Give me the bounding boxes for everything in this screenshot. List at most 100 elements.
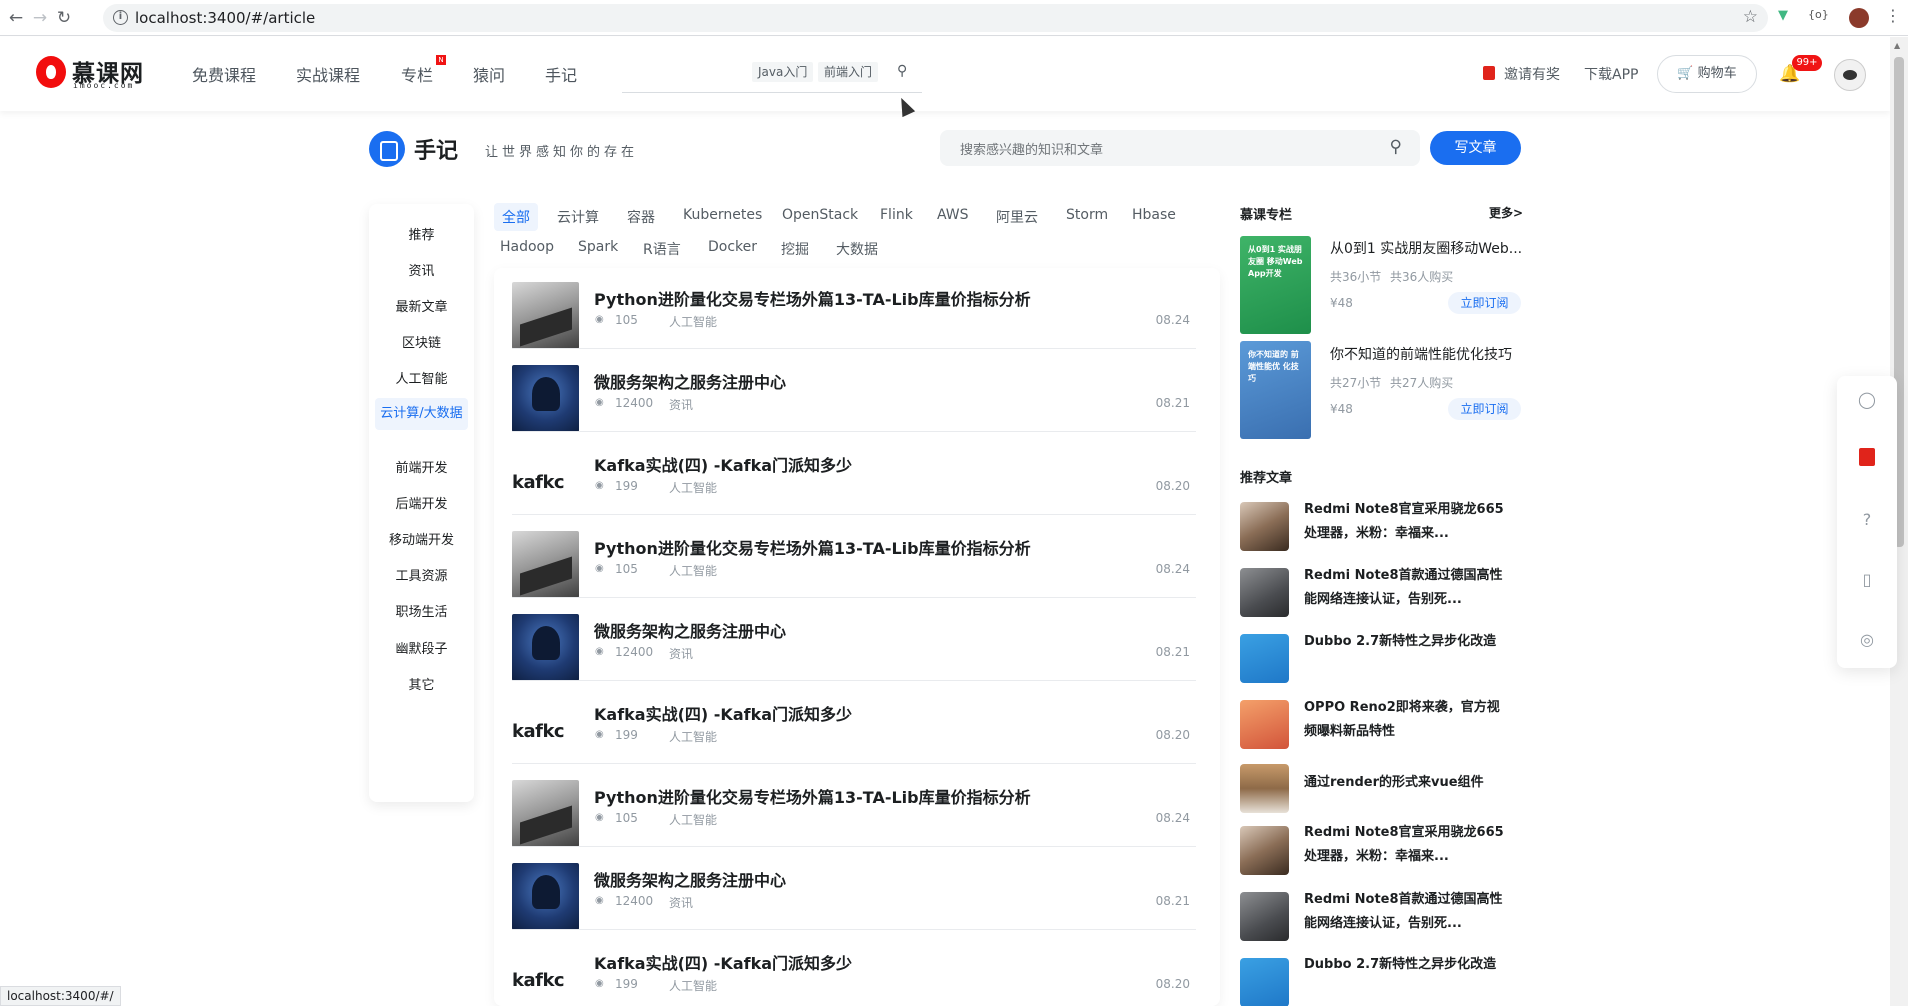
menu-item-recommend[interactable]: 推荐 <box>375 224 468 243</box>
article-title[interactable]: 微服务架构之服务注册中心 <box>594 369 786 393</box>
search-tag-frontend[interactable]: 前端入门 <box>818 62 879 82</box>
recommend-thumbnail[interactable] <box>1240 764 1289 813</box>
article-title[interactable]: Kafka实战(四) -Kafka门派知多少 <box>594 452 852 476</box>
article-row[interactable]: 微服务架构之服务注册中心 ◉ 12400 资讯 08.21 <box>494 351 1220 434</box>
article-category[interactable]: 资讯 <box>669 645 693 662</box>
nav-notes[interactable]: 手记 <box>545 62 577 86</box>
article-row[interactable]: kafkc Kafka实战(四) -Kafka门派知多少 ◉ 199 人工智能 … <box>494 434 1220 517</box>
menu-item-humor[interactable]: 幽默段子 <box>375 638 468 657</box>
scroll-up-arrow-icon[interactable]: ▲ <box>1894 41 1900 50</box>
tag-spark[interactable]: Spark <box>578 239 618 255</box>
bookmark-star-icon[interactable]: ☆ <box>1743 7 1758 27</box>
nav-practical-courses[interactable]: 实战课程 <box>296 62 360 86</box>
article-row[interactable]: Python进阶量化交易专栏场外篇13-TA-Lib库量价指标分析 ◉ 105 … <box>494 517 1220 600</box>
article-row[interactable]: Python进阶量化交易专栏场外篇13-TA-Lib库量价指标分析 ◉ 105 … <box>494 766 1220 849</box>
article-search-input[interactable]: 搜索感兴趣的知识和文章 ⚲ <box>940 130 1420 166</box>
site-logo[interactable]: 慕课网 imooc.com <box>36 54 144 90</box>
write-article-button[interactable]: 写文章 <box>1430 131 1521 165</box>
tag-mining[interactable]: 挖掘 <box>781 239 809 259</box>
cart-button[interactable]: 🛒 购物车 <box>1657 55 1757 93</box>
recommend-thumbnail[interactable] <box>1240 568 1289 617</box>
article-row[interactable]: kafkc Kafka实战(四) -Kafka门派知多少 ◉ 199 人工智能 … <box>494 683 1220 766</box>
menu-item-latest[interactable]: 最新文章 <box>375 296 468 315</box>
recommend-title[interactable]: Redmi Note8首款通过德国高性能网络连接认证，告别死... <box>1304 564 1504 612</box>
article-category[interactable]: 人工智能 <box>669 977 717 994</box>
tag-openstack[interactable]: OpenStack <box>782 207 858 223</box>
column-cover[interactable]: 从0到1 实战朋友圈 移动Web App开发 <box>1240 236 1311 334</box>
recommend-thumbnail[interactable] <box>1240 958 1289 1006</box>
article-title[interactable]: 微服务架构之服务注册中心 <box>594 618 786 642</box>
json-extension-icon[interactable]: {o} <box>1808 8 1829 21</box>
article-category[interactable]: 人工智能 <box>669 313 717 330</box>
article-title[interactable]: Python进阶量化交易专栏场外篇13-TA-Lib库量价指标分析 <box>594 784 1031 808</box>
article-title[interactable]: Kafka实战(四) -Kafka门派知多少 <box>594 950 852 974</box>
menu-item-tools[interactable]: 工具资源 <box>375 565 468 584</box>
article-category[interactable]: 人工智能 <box>669 562 717 579</box>
recommend-title[interactable]: Dubbo 2.7新特性之异步化改造 <box>1304 953 1504 977</box>
article-thumbnail[interactable] <box>512 365 579 432</box>
nav-columns[interactable]: 专栏 <box>401 62 433 86</box>
menu-item-blockchain[interactable]: 区块链 <box>375 332 468 351</box>
article-category[interactable]: 人工智能 <box>669 811 717 828</box>
tag-kubernetes[interactable]: Kubernetes <box>683 207 762 223</box>
article-title[interactable]: Python进阶量化交易专栏场外篇13-TA-Lib库量价指标分析 <box>594 286 1031 310</box>
column-cover[interactable]: 你不知道的 前端性能优 化技巧 <box>1240 341 1311 439</box>
user-avatar[interactable] <box>1834 59 1866 91</box>
menu-item-frontend[interactable]: 前端开发 <box>375 457 468 476</box>
menu-item-cloud-bigdata[interactable]: 云计算/大数据 <box>375 398 468 430</box>
chat-bubble-icon[interactable]: ◯ <box>1857 390 1877 410</box>
article-title[interactable]: Kafka实战(四) -Kafka门派知多少 <box>594 701 852 725</box>
recommend-thumbnail[interactable] <box>1240 826 1289 875</box>
tag-r[interactable]: R语言 <box>643 239 681 259</box>
menu-item-news[interactable]: 资讯 <box>375 260 468 279</box>
tag-all[interactable]: 全部 <box>494 203 538 231</box>
browser-menu-icon[interactable]: ⋮ <box>1885 6 1901 25</box>
address-bar[interactable]: i localhost:3400/#/article ☆ <box>103 4 1768 32</box>
vue-devtools-icon[interactable]: ▼ <box>1778 8 1788 23</box>
subscribe-button[interactable]: 立即订阅 <box>1448 398 1521 420</box>
recommend-title[interactable]: OPPO Reno2即将来袭，官方视频曝料新品特性 <box>1304 696 1504 744</box>
subscribe-button[interactable]: 立即订阅 <box>1448 292 1521 314</box>
help-question-icon[interactable]: ? <box>1857 510 1877 530</box>
recommend-title[interactable]: Redmi Note8官宣采用骁龙665处理器，米粉：幸福来... <box>1304 821 1504 869</box>
article-thumbnail[interactable] <box>512 282 579 349</box>
tag-cloud[interactable]: 云计算 <box>557 207 599 227</box>
article-row[interactable]: Python进阶量化交易专栏场外篇13-TA-Lib库量价指标分析 ◉ 105 … <box>494 268 1220 351</box>
column-title[interactable]: 从0到1 实战朋友圈移动Web... <box>1330 238 1522 258</box>
article-thumbnail[interactable]: kafkc <box>512 448 579 515</box>
address-url[interactable]: localhost:3400/#/article <box>135 9 315 27</box>
browser-profile-avatar[interactable] <box>1849 8 1869 28</box>
search-icon[interactable]: ⚲ <box>897 63 907 79</box>
menu-item-backend[interactable]: 后端开发 <box>375 493 468 512</box>
article-category[interactable]: 人工智能 <box>669 728 717 745</box>
article-title[interactable]: 微服务架构之服务注册中心 <box>594 867 786 891</box>
article-category[interactable]: 资讯 <box>669 894 693 911</box>
columns-more-link[interactable]: 更多> <box>1489 204 1523 221</box>
article-thumbnail[interactable]: kafkc <box>512 946 579 1006</box>
tag-hbase[interactable]: Hbase <box>1132 207 1176 223</box>
article-thumbnail[interactable] <box>512 780 579 847</box>
article-thumbnail[interactable] <box>512 614 579 681</box>
article-row[interactable]: 微服务架构之服务注册中心 ◉ 12400 资讯 08.21 <box>494 600 1220 683</box>
tag-aliyun[interactable]: 阿里云 <box>996 207 1038 227</box>
tag-hadoop[interactable]: Hadoop <box>500 239 554 255</box>
recommend-thumbnail[interactable] <box>1240 892 1289 941</box>
article-thumbnail[interactable]: kafkc <box>512 697 579 764</box>
article-thumbnail[interactable] <box>512 531 579 598</box>
article-row[interactable]: 微服务架构之服务注册中心 ◉ 12400 资讯 08.21 <box>494 849 1220 932</box>
menu-item-other[interactable]: 其它 <box>375 674 468 693</box>
article-title[interactable]: Python进阶量化交易专栏场外篇13-TA-Lib库量价指标分析 <box>594 535 1031 559</box>
site-info-icon[interactable]: i <box>113 10 128 25</box>
recommend-title[interactable]: Dubbo 2.7新特性之异步化改造 <box>1304 630 1504 654</box>
tag-flink[interactable]: Flink <box>880 207 913 223</box>
recommend-title[interactable]: Redmi Note8首款通过德国高性能网络连接认证，告别死... <box>1304 888 1504 936</box>
article-row[interactable]: kafkc Kafka实战(四) -Kafka门派知多少 ◉ 199 人工智能 … <box>494 932 1220 1006</box>
back-arrow-icon[interactable]: ← <box>4 6 28 30</box>
tag-storm[interactable]: Storm <box>1066 207 1108 223</box>
recommend-thumbnail[interactable] <box>1240 502 1289 551</box>
recommend-thumbnail[interactable] <box>1240 634 1289 683</box>
mobile-phone-icon[interactable]: ▯ <box>1857 570 1877 590</box>
download-app-link[interactable]: 下载APP <box>1584 64 1638 84</box>
tag-docker[interactable]: Docker <box>708 239 757 255</box>
menu-item-mobile[interactable]: 移动端开发 <box>375 529 468 548</box>
